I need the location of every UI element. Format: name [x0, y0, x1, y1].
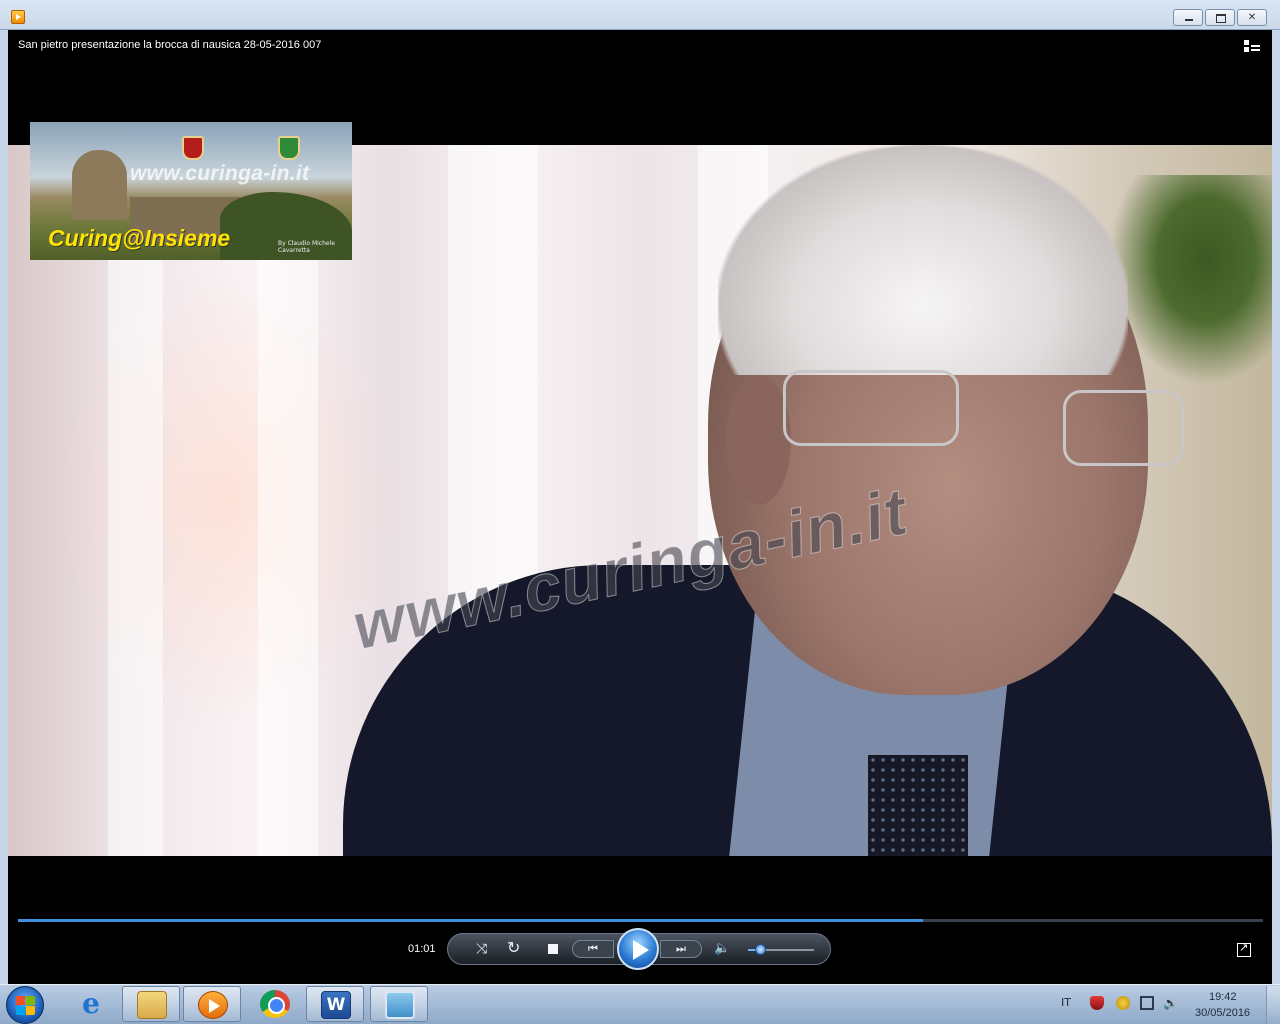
taskbar-item-media-player[interactable]: [183, 986, 241, 1022]
show-desktop-button[interactable]: [1266, 986, 1280, 1024]
video-title: San pietro presentazione la brocca di na…: [18, 39, 322, 51]
taskbar-item-explorer[interactable]: [122, 986, 180, 1022]
crest-icon: [182, 136, 204, 160]
file-explorer-icon: [137, 991, 167, 1019]
close-button[interactable]: [1237, 9, 1267, 26]
logo-church: [72, 150, 127, 220]
speaker-icon[interactable]: 🔊: [1163, 996, 1178, 1010]
logo-title: Curing@Insieme: [48, 225, 231, 251]
seek-bar-progress: [18, 919, 924, 922]
man-hair: [718, 145, 1128, 375]
network-icon[interactable]: [1140, 996, 1154, 1010]
maximize-button[interactable]: [1205, 9, 1235, 26]
shuffle-icon[interactable]: ⤨: [476, 941, 487, 957]
play-button[interactable]: [617, 928, 659, 970]
elapsed-time: 01:01: [408, 943, 436, 955]
title-bar[interactable]: [0, 0, 1280, 30]
taskbar: e W IT 🔊 19:42 30/05/2016: [0, 984, 1280, 1024]
video-window-glow: [48, 265, 408, 735]
repeat-icon[interactable]: ↻: [507, 940, 520, 956]
crest-icon: [278, 136, 300, 160]
stop-button[interactable]: [548, 944, 558, 954]
switch-to-library-icon[interactable]: [1244, 40, 1260, 52]
security-shield-icon[interactable]: [1090, 996, 1104, 1010]
previous-button[interactable]: ⏮: [572, 940, 614, 958]
taskbar-item-ie[interactable]: e: [62, 986, 120, 1022]
logo-byline: By Claudio Michele Cavarretta: [278, 240, 335, 254]
next-button[interactable]: ⏭: [660, 940, 702, 958]
chrome-icon: [260, 990, 290, 1018]
clock-date[interactable]: 30/05/2016: [1195, 1007, 1250, 1019]
volume-icon[interactable]: 🔈: [714, 941, 730, 957]
volume-slider[interactable]: [748, 944, 814, 955]
window-border-right: [1272, 30, 1280, 984]
taskbar-item-word[interactable]: W: [306, 986, 364, 1022]
player-area[interactable]: San pietro presentazione la brocca di na…: [8, 30, 1272, 984]
window-controls: [1173, 9, 1269, 26]
start-button[interactable]: [6, 986, 44, 1024]
taskbar-item-chrome[interactable]: [246, 986, 304, 1022]
internet-explorer-icon: e: [82, 987, 100, 1020]
word-icon: W: [321, 991, 351, 1019]
action-center-icon[interactable]: [1116, 996, 1130, 1010]
clock-time[interactable]: 19:42: [1209, 991, 1237, 1003]
glasses-lens-left: [783, 370, 959, 446]
transport-controls: ⤨ ↻ ⏮ ⏭ 🔈: [447, 928, 831, 970]
channel-logo: www.curinga-in.it Curing@Insieme By Clau…: [30, 122, 352, 260]
volume-knob[interactable]: [755, 944, 767, 955]
logo-url: www.curinga-in.it: [130, 162, 310, 185]
man-ear: [726, 375, 791, 505]
photo-viewer-icon: [385, 991, 415, 1019]
glasses-lens-right: [1063, 390, 1184, 466]
seek-bar[interactable]: [18, 919, 1263, 922]
media-player-app-icon[interactable]: [11, 10, 25, 24]
language-indicator[interactable]: IT: [1061, 996, 1071, 1009]
window-border-left: [0, 30, 8, 984]
windows-media-player-icon: [198, 991, 228, 1019]
minimize-button[interactable]: [1173, 9, 1203, 26]
man-tie: [868, 755, 968, 856]
fullscreen-icon[interactable]: [1237, 941, 1251, 957]
taskbar-item-photo-viewer[interactable]: [370, 986, 428, 1022]
